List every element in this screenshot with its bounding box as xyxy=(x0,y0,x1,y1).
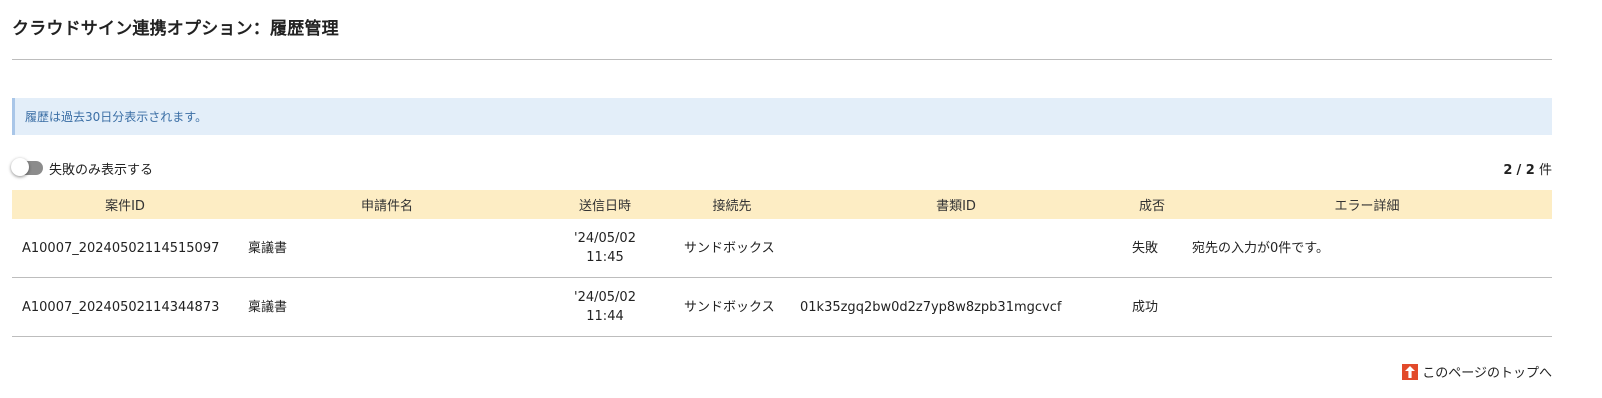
history-table: 案件ID 申請件名 送信日時 接続先 書類ID 成否 エラー詳細 A10007_… xyxy=(12,190,1552,337)
count-separator: / xyxy=(1516,163,1522,178)
document-id-cell: 01k35zgq2bw0d2z7yp8w8zpb31mgcvcf xyxy=(790,277,1122,337)
sent-datetime-cell: '24/05/02 11:45 xyxy=(536,219,674,278)
count-total: 2 xyxy=(1525,163,1535,178)
sent-time: 11:44 xyxy=(586,309,624,324)
sent-date: '24/05/02 xyxy=(574,231,636,246)
page-title: クラウドサイン連携オプション：履歴管理 xyxy=(12,19,339,39)
column-header: 申請件名 xyxy=(238,190,536,219)
error-detail-cell xyxy=(1182,277,1552,337)
count-current: 2 xyxy=(1503,163,1513,178)
toggle-knob xyxy=(11,158,29,176)
notice-text: 履歴は過去30日分表示されます。 xyxy=(25,110,208,124)
subject-cell: 稟議書 xyxy=(238,277,536,337)
result-cell: 失敗 xyxy=(1122,219,1182,278)
column-header: 案件ID xyxy=(12,190,238,219)
sent-date: '24/05/02 xyxy=(574,290,636,305)
column-header: 成否 xyxy=(1122,190,1182,219)
title-divider xyxy=(12,59,1552,60)
column-header: 送信日時 xyxy=(536,190,674,219)
arrow-up-icon xyxy=(1402,363,1419,380)
case-id-cell: A10007_20240502114344873 xyxy=(12,277,238,337)
notice-box: 履歴は過去30日分表示されます。 xyxy=(12,98,1552,135)
count-unit: 件 xyxy=(1538,163,1552,178)
back-to-top-label: このページのトップへ xyxy=(1422,366,1552,381)
sent-datetime-cell: '24/05/02 11:44 xyxy=(536,277,674,337)
failure-filter: 失敗のみ表示する xyxy=(11,158,154,178)
sent-time: 11:45 xyxy=(586,250,624,265)
column-header: 接続先 xyxy=(674,190,790,219)
document-id-cell xyxy=(790,219,1122,278)
column-header: 書類ID xyxy=(790,190,1122,219)
error-detail-cell: 宛先の入力が0件です。 xyxy=(1182,219,1552,278)
subject-cell: 稟議書 xyxy=(238,219,536,278)
back-to-top-link[interactable]: このページのトップへ xyxy=(1402,362,1552,381)
table-header-row: 案件ID 申請件名 送信日時 接続先 書類ID 成否 エラー詳細 xyxy=(12,190,1552,219)
case-id-cell: A10007_20240502114515097 xyxy=(12,219,238,278)
table-row: A10007_20240502114515097 稟議書 '24/05/02 1… xyxy=(12,219,1552,278)
destination-cell: サンドボックス xyxy=(674,277,790,337)
destination-cell: サンドボックス xyxy=(674,219,790,278)
column-header: エラー詳細 xyxy=(1182,190,1552,219)
table-row: A10007_20240502114344873 稟議書 '24/05/02 1… xyxy=(12,277,1552,337)
failure-only-toggle-label: 失敗のみ表示する xyxy=(49,162,154,178)
result-count: 2 / 2 件 xyxy=(1503,159,1552,178)
result-cell: 成功 xyxy=(1122,277,1182,337)
failure-only-toggle[interactable] xyxy=(11,158,43,176)
